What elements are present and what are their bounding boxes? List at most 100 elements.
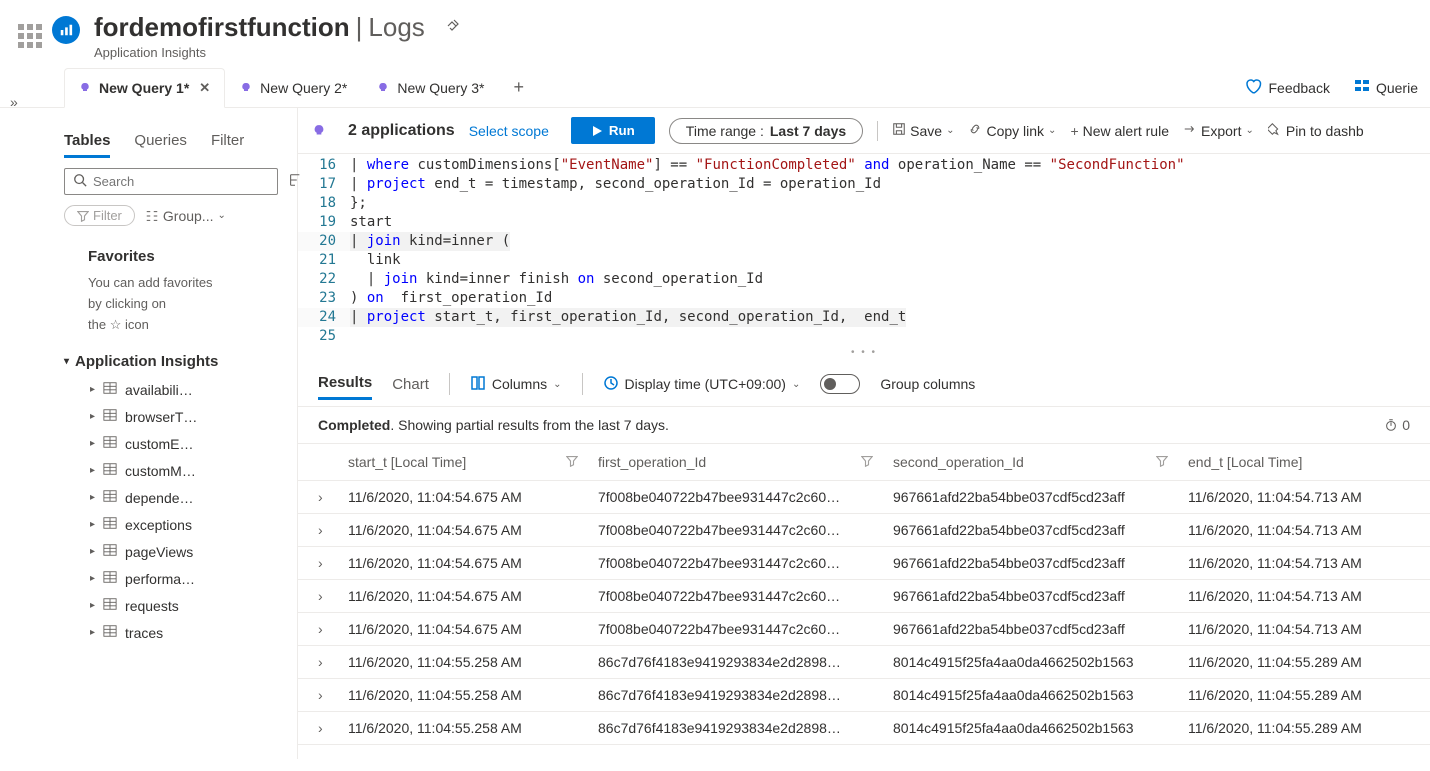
query-tab-2[interactable]: New Query 3* <box>362 68 499 108</box>
add-tab-button[interactable]: + <box>499 77 538 98</box>
save-icon <box>892 122 906 139</box>
filter-icon[interactable] <box>861 454 873 470</box>
close-icon[interactable]: ✕ <box>199 80 210 96</box>
cell-second-op: 8014c4915f25fa4aa0da4662502b1563 <box>893 720 1188 736</box>
sidebar-tabs: Tables Queries Filter <box>64 132 297 158</box>
run-button[interactable]: Run <box>571 117 655 144</box>
table-row[interactable]: ›11/6/2020, 11:04:54.675 AM7f008be040722… <box>298 481 1430 514</box>
save-button[interactable]: Save ⌄ <box>892 122 954 139</box>
expand-row-icon[interactable]: › <box>318 489 348 505</box>
tree-item-1[interactable]: ▸browserT… <box>64 403 287 430</box>
tab-queries[interactable]: Queries <box>134 132 187 158</box>
chevron-down-icon: ⌄ <box>217 210 225 221</box>
copy-link-button[interactable]: Copy link ⌄ <box>968 122 1056 139</box>
queries-button[interactable]: Querie <box>1342 78 1430 97</box>
app-launcher-icon[interactable] <box>18 24 42 48</box>
export-icon <box>1183 122 1197 139</box>
filter-icon[interactable] <box>1156 454 1168 470</box>
plus-icon: + <box>1070 123 1078 139</box>
tab-results[interactable]: Results <box>318 368 372 400</box>
display-time-button[interactable]: Display time (UTC+09:00) ⌄ <box>603 375 801 394</box>
col-header-end[interactable]: end_t [Local Time] <box>1188 454 1302 470</box>
divider <box>449 373 450 395</box>
col-header-first[interactable]: first_operation_Id <box>598 454 706 470</box>
pin-dashboard-button[interactable]: Pin to dashb <box>1268 122 1364 139</box>
query-editor[interactable]: 16| where customDimensions["EventName"] … <box>298 154 1430 348</box>
cell-end: 11/6/2020, 11:04:55.289 AM <box>1188 720 1410 736</box>
table-icon <box>103 543 117 560</box>
table-row[interactable]: ›11/6/2020, 11:04:55.258 AM86c7d76f4183e… <box>298 679 1430 712</box>
table-row[interactable]: ›11/6/2020, 11:04:54.675 AM7f008be040722… <box>298 580 1430 613</box>
table-row[interactable]: ›11/6/2020, 11:04:55.258 AM86c7d76f4183e… <box>298 712 1430 745</box>
editor-line[interactable]: 19start <box>298 213 1430 232</box>
tree-item-2[interactable]: ▸customE… <box>64 430 287 457</box>
tab-tables[interactable]: Tables <box>64 132 110 158</box>
groupby-button[interactable]: Group... ⌄ <box>145 208 226 224</box>
tree-item-8[interactable]: ▸requests <box>64 592 287 619</box>
table-row[interactable]: ›11/6/2020, 11:04:55.258 AM86c7d76f4183e… <box>298 646 1430 679</box>
col-header-second[interactable]: second_operation_Id <box>893 454 1024 470</box>
group-columns-toggle[interactable] <box>820 374 860 394</box>
cell-end: 11/6/2020, 11:04:54.713 AM <box>1188 555 1410 571</box>
tree-item-9[interactable]: ▸traces <box>64 619 287 646</box>
cell-second-op: 8014c4915f25fa4aa0da4662502b1563 <box>893 654 1188 670</box>
expand-row-icon[interactable]: › <box>318 621 348 637</box>
results-toolbar: Results Chart Columns ⌄ Display time (UT… <box>298 362 1430 407</box>
export-button[interactable]: Export ⌄ <box>1183 122 1254 139</box>
select-scope-link[interactable]: Select scope <box>469 123 549 139</box>
page-title: Logs <box>368 12 424 43</box>
table-row[interactable]: ›11/6/2020, 11:04:54.675 AM7f008be040722… <box>298 613 1430 646</box>
expand-row-icon[interactable]: › <box>318 588 348 604</box>
query-tab-0[interactable]: New Query 1*✕ <box>64 68 225 108</box>
editor-line[interactable]: 18}; <box>298 194 1430 213</box>
resource-title: fordemofirstfunction <box>94 12 350 43</box>
filter-icon[interactable] <box>566 454 578 470</box>
new-alert-button[interactable]: + New alert rule <box>1070 123 1169 139</box>
expand-row-icon[interactable]: › <box>318 720 348 736</box>
tree-item-7[interactable]: ▸performa… <box>64 565 287 592</box>
expand-sidebar-icon[interactable]: » <box>10 94 18 110</box>
expand-row-icon[interactable]: › <box>318 555 348 571</box>
table-row[interactable]: ›11/6/2020, 11:04:54.675 AM7f008be040722… <box>298 514 1430 547</box>
editor-line[interactable]: 17| project end_t = timestamp, second_op… <box>298 175 1430 194</box>
tree-root-app-insights[interactable]: ▾ Application Insights <box>64 353 287 370</box>
filter-pill[interactable]: Filter <box>64 205 135 226</box>
col-header-start[interactable]: start_t [Local Time] <box>348 454 466 470</box>
editor-line[interactable]: 22 | join kind=inner finish on second_op… <box>298 270 1430 289</box>
subtitle: Application Insights <box>94 45 461 60</box>
tree-item-3[interactable]: ▸customM… <box>64 457 287 484</box>
results-grid: start_t [Local Time] first_operation_Id … <box>298 444 1430 745</box>
table-row[interactable]: ›11/6/2020, 11:04:54.675 AM7f008be040722… <box>298 547 1430 580</box>
editor-line[interactable]: 23) on first_operation_Id <box>298 289 1430 308</box>
search-input[interactable] <box>64 168 278 195</box>
editor-line[interactable]: 21 link <box>298 251 1430 270</box>
pin-icon[interactable] <box>445 17 461 38</box>
tab-filter[interactable]: Filter <box>211 132 244 158</box>
expand-row-icon[interactable]: › <box>318 687 348 703</box>
cell-second-op: 967661afd22ba54bbe037cdf5cd23aff <box>893 489 1188 505</box>
expand-row-icon[interactable]: › <box>318 522 348 538</box>
search-field[interactable] <box>93 174 269 189</box>
editor-line[interactable]: 20| join kind=inner ( <box>298 232 1430 251</box>
status-row: Completed . Showing partial results from… <box>298 407 1430 444</box>
editor-line[interactable]: 25 <box>298 327 1430 346</box>
editor-line[interactable]: 16| where customDimensions["EventName"] … <box>298 156 1430 175</box>
cell-start: 11/6/2020, 11:04:54.675 AM <box>348 555 598 571</box>
query-tab-1[interactable]: New Query 2* <box>225 68 362 108</box>
time-range-picker[interactable]: Time range : Last 7 days <box>669 118 863 144</box>
tab-label: New Query 3* <box>397 80 484 96</box>
expand-row-icon[interactable]: › <box>318 654 348 670</box>
editor-line[interactable]: 24| project start_t, first_operation_Id,… <box>298 308 1430 327</box>
schema-tree: ▾ Application Insights ▸availabili…▸brow… <box>64 353 297 646</box>
bulb-icon <box>312 124 326 138</box>
tree-item-6[interactable]: ▸pageViews <box>64 538 287 565</box>
feedback-button[interactable]: Feedback <box>1232 77 1341 98</box>
tree-item-4[interactable]: ▸depende… <box>64 484 287 511</box>
tree-item-0[interactable]: ▸availabili… <box>64 376 287 403</box>
columns-button[interactable]: Columns ⌄ <box>470 375 562 394</box>
bulb-icon <box>79 82 91 94</box>
tree-item-5[interactable]: ▸exceptions <box>64 511 287 538</box>
split-handle[interactable]: • • • <box>298 348 1430 362</box>
tab-chart[interactable]: Chart <box>392 370 429 399</box>
tree-item-label: traces <box>125 625 163 641</box>
